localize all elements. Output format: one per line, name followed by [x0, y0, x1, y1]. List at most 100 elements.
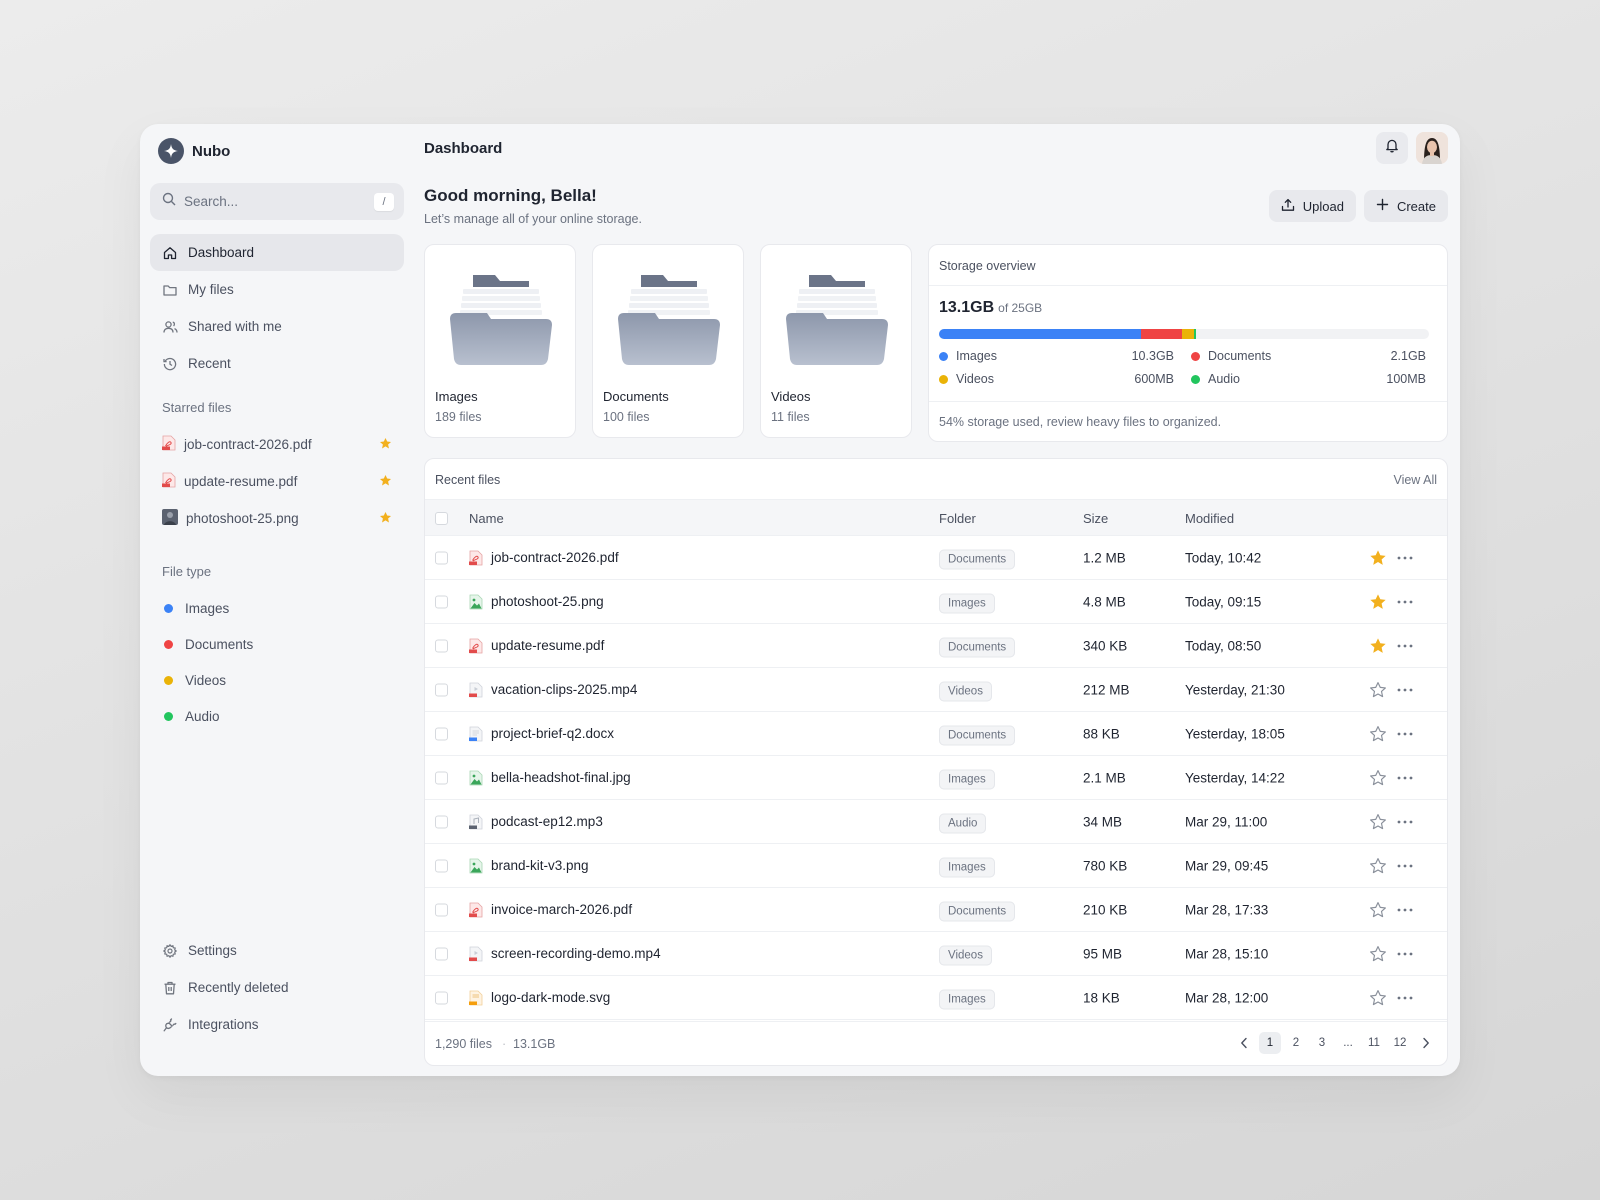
star-outline-icon[interactable] — [1369, 725, 1387, 743]
more-options-icon[interactable] — [1397, 776, 1413, 780]
table-row[interactable]: bella-headshot-final.jpg Images 2.1 MB Yest… — [425, 756, 1447, 800]
file-name-cell[interactable]: invoice-march-2026.pdf — [469, 902, 632, 918]
nav-item-my-files[interactable]: My files — [150, 271, 404, 308]
more-options-icon[interactable] — [1397, 556, 1413, 560]
starred-file-item[interactable]: photoshoot-25.png — [150, 500, 404, 537]
table-header: Name Folder Size Modified — [425, 499, 1447, 536]
star-filled-icon[interactable] — [1369, 549, 1387, 567]
page-button[interactable]: 11 — [1363, 1032, 1385, 1054]
table-row[interactable]: screen-recording-demo.mp4 Videos 95 MB Mar … — [425, 932, 1447, 976]
file-name-cell[interactable]: bella-headshot-final.jpg — [469, 770, 631, 786]
star-filled-icon[interactable] — [1369, 593, 1387, 611]
file-type-documents[interactable]: Documents — [150, 626, 404, 662]
brand[interactable]: Nubo — [158, 138, 230, 164]
file-type-videos[interactable]: Videos — [150, 662, 404, 698]
row-checkbox[interactable] — [435, 595, 448, 608]
chevron-right-icon[interactable] — [1415, 1032, 1437, 1054]
star-outline-icon[interactable] — [1369, 901, 1387, 919]
table-row[interactable]: project-brief-q2.docx Documents 88 KB Yeste… — [425, 712, 1447, 756]
table-row[interactable]: job-contract-2026.pdf Documents 1.2 MB Toda… — [425, 536, 1447, 580]
search-input[interactable] — [184, 194, 366, 209]
row-checkbox[interactable] — [435, 903, 448, 916]
column-header-folder[interactable]: Folder — [939, 511, 976, 526]
nav-item-settings[interactable]: Settings — [150, 932, 404, 969]
file-name-cell[interactable]: project-brief-q2.docx — [469, 726, 614, 742]
file-type-images[interactable]: Images — [150, 590, 404, 626]
star-outline-icon[interactable] — [1369, 945, 1387, 963]
images-color-dot — [164, 603, 173, 613]
notifications-button[interactable] — [1376, 132, 1408, 164]
star-outline-icon[interactable] — [1369, 769, 1387, 787]
table-row[interactable]: vacation-clips-2025.mp4 Videos 212 MB Yeste… — [425, 668, 1447, 712]
star-filled-icon[interactable] — [379, 511, 392, 527]
more-options-icon[interactable] — [1397, 732, 1413, 736]
table-row[interactable]: invoice-march-2026.pdf Documents 210 KB Mar… — [425, 888, 1447, 932]
file-name-cell[interactable]: job-contract-2026.pdf — [469, 550, 619, 566]
file-type-audio[interactable]: Audio — [150, 698, 404, 734]
view-all-link[interactable]: View All — [1393, 473, 1437, 487]
upload-button[interactable]: Upload — [1268, 190, 1356, 222]
starred-file-item[interactable]: job-contract-2026.pdf — [150, 426, 404, 463]
row-checkbox[interactable] — [435, 947, 448, 960]
more-options-icon[interactable] — [1397, 644, 1413, 648]
folder-card-images[interactable]: Images 189 files — [424, 244, 576, 438]
star-outline-icon[interactable] — [1369, 681, 1387, 699]
more-options-icon[interactable] — [1397, 952, 1413, 956]
table-row[interactable]: brand-kit-v3.png Images 780 KB Mar 29, 09:4… — [425, 844, 1447, 888]
page-button[interactable]: 3 — [1311, 1032, 1333, 1054]
row-checkbox[interactable] — [435, 859, 448, 872]
avatar[interactable] — [1416, 132, 1448, 164]
column-header-modified[interactable]: Modified — [1185, 511, 1234, 526]
row-checkbox[interactable] — [435, 683, 448, 696]
nav-item-integrations[interactable]: Integrations — [150, 1006, 404, 1043]
star-filled-icon[interactable] — [1369, 637, 1387, 655]
nav-item-dashboard[interactable]: Dashboard — [150, 234, 404, 271]
row-checkbox[interactable] — [435, 639, 448, 652]
create-button[interactable]: Create — [1363, 190, 1448, 222]
row-checkbox[interactable] — [435, 771, 448, 784]
file-name-cell[interactable]: update-resume.pdf — [469, 638, 604, 654]
row-checkbox[interactable] — [435, 551, 448, 564]
more-options-icon[interactable] — [1397, 996, 1413, 1000]
table-row[interactable]: photoshoot-25.png Images 4.8 MB Today, 09:1… — [425, 580, 1447, 624]
page-button[interactable]: 1 — [1259, 1032, 1281, 1054]
folder-card-videos[interactable]: Videos 11 files — [760, 244, 912, 438]
star-filled-icon[interactable] — [379, 474, 392, 490]
nav-item-recent[interactable]: Recent — [150, 345, 404, 382]
column-header-name[interactable]: Name — [469, 511, 504, 526]
more-options-icon[interactable] — [1397, 820, 1413, 824]
column-header-size[interactable]: Size — [1083, 511, 1108, 526]
file-name-cell[interactable]: vacation-clips-2025.mp4 — [469, 682, 637, 698]
starred-file-name: update-resume.pdf — [184, 474, 298, 489]
file-name-cell[interactable]: screen-recording-demo.mp4 — [469, 946, 661, 962]
star-outline-icon[interactable] — [1369, 857, 1387, 875]
folder-card-documents[interactable]: Documents 100 files — [592, 244, 744, 438]
row-checkbox[interactable] — [435, 815, 448, 828]
users-icon — [162, 319, 178, 335]
row-checkbox[interactable] — [435, 991, 448, 1004]
more-options-icon[interactable] — [1397, 864, 1413, 868]
star-outline-icon[interactable] — [1369, 813, 1387, 831]
chevron-left-icon[interactable] — [1233, 1032, 1255, 1054]
nav-item-shared[interactable]: Shared with me — [150, 308, 404, 345]
row-checkbox[interactable] — [435, 727, 448, 740]
file-name-cell[interactable]: logo-dark-mode.svg — [469, 990, 610, 1006]
file-name-cell[interactable]: podcast-ep12.mp3 — [469, 814, 603, 830]
star-outline-icon[interactable] — [1369, 989, 1387, 1007]
starred-file-item[interactable]: update-resume.pdf — [150, 463, 404, 500]
star-filled-icon[interactable] — [379, 437, 392, 453]
table-row[interactable]: update-resume.pdf Documents 340 KB Today, 0… — [425, 624, 1447, 668]
page-button[interactable]: 2 — [1285, 1032, 1307, 1054]
table-row[interactable]: podcast-ep12.mp3 Audio 34 MB Mar 29, 11:00 — [425, 800, 1447, 844]
page-button[interactable]: 12 — [1389, 1032, 1411, 1054]
search-box[interactable]: / — [150, 183, 404, 220]
nav-item-recently-deleted[interactable]: Recently deleted — [150, 969, 404, 1006]
file-name-cell[interactable]: brand-kit-v3.png — [469, 858, 589, 874]
more-options-icon[interactable] — [1397, 688, 1413, 692]
more-options-icon[interactable] — [1397, 600, 1413, 604]
table-row[interactable]: logo-dark-mode.svg Images 18 KB Mar 28, 12:… — [425, 976, 1447, 1020]
storage-overview-card: Storage overview 13.1GB of 25GB Images 10… — [928, 244, 1448, 442]
more-options-icon[interactable] — [1397, 908, 1413, 912]
select-all-checkbox[interactable] — [435, 512, 448, 525]
file-name-cell[interactable]: photoshoot-25.png — [469, 594, 604, 610]
